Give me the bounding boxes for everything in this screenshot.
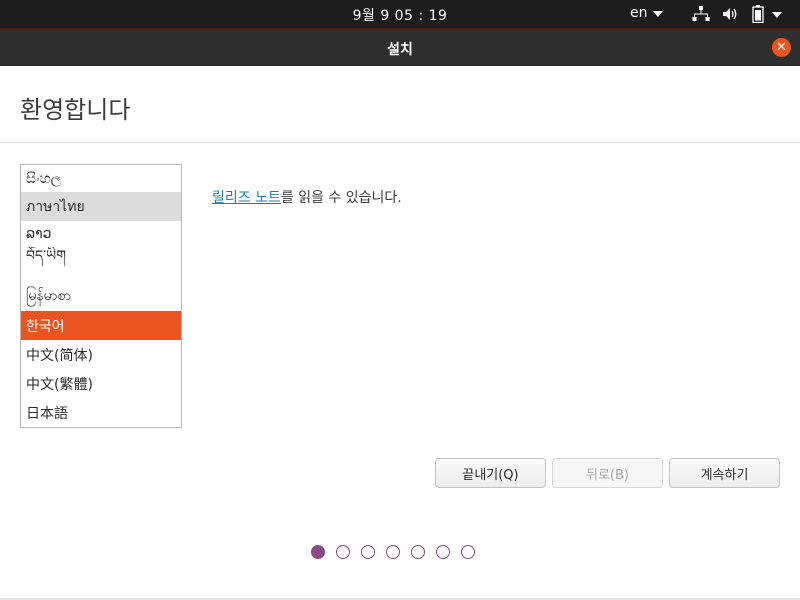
progress-dot — [361, 545, 375, 559]
language-item-korean[interactable]: 한국어 — [21, 311, 181, 340]
language-item-sinhala[interactable]: සිංහල — [21, 165, 181, 192]
back-button[interactable]: 뒤로(B) — [552, 458, 663, 488]
language-item-japanese[interactable]: 日本語 — [21, 398, 181, 427]
clock[interactable]: 9월 9 05 : 19 — [0, 5, 800, 25]
language-list[interactable]: සිංහල ภาษาไทย ລາວ བོད་ཡིག မြန်မာစာ 한국어 中… — [20, 164, 182, 428]
progress-dot — [411, 545, 425, 559]
progress-dot — [436, 545, 450, 559]
language-indicator[interactable]: en — [630, 5, 663, 21]
language-item-thai[interactable]: ภาษาไทย — [21, 192, 181, 221]
language-label: en — [630, 5, 648, 21]
continue-button[interactable]: 계속하기 — [669, 458, 780, 488]
release-notes-text: 릴리즈 노트를 읽을 수 있습니다. — [212, 187, 402, 207]
progress-dot — [461, 545, 475, 559]
language-item-lao[interactable]: ລາວ — [21, 221, 181, 247]
language-item-chinese-traditional[interactable]: 中文(繁體) — [21, 369, 181, 398]
language-item-burmese[interactable]: မြန်မာစာ — [21, 281, 181, 311]
progress-dot — [336, 545, 350, 559]
quit-button[interactable]: 끝내기(Q) — [435, 458, 546, 488]
volume-icon[interactable] — [722, 6, 738, 22]
progress-dot — [386, 545, 400, 559]
page-title: 환영합니다 — [20, 96, 131, 124]
page-header: 환영합니다 — [0, 66, 800, 143]
close-button[interactable]: ✕ — [772, 38, 791, 57]
chevron-down-icon — [652, 10, 663, 17]
release-notes-rest: 를 읽을 수 있습니다. — [280, 190, 402, 206]
window-titlebar: 설치 ✕ — [0, 28, 800, 66]
language-item-tibetan[interactable]: བོད་ཡིག — [21, 247, 181, 271]
network-icon[interactable] — [692, 6, 710, 22]
language-item-chinese-simplified[interactable]: 中文(简体) — [21, 340, 181, 369]
release-notes-link[interactable]: 릴리즈 노트 — [212, 190, 281, 206]
close-icon: ✕ — [776, 40, 787, 55]
progress-dots — [311, 545, 475, 559]
progress-dot — [311, 545, 325, 559]
chevron-down-icon[interactable] — [772, 12, 782, 18]
top-bar: 9월 9 05 : 19 en — [0, 0, 800, 28]
window-title: 설치 — [387, 42, 413, 58]
battery-icon[interactable] — [752, 5, 764, 23]
